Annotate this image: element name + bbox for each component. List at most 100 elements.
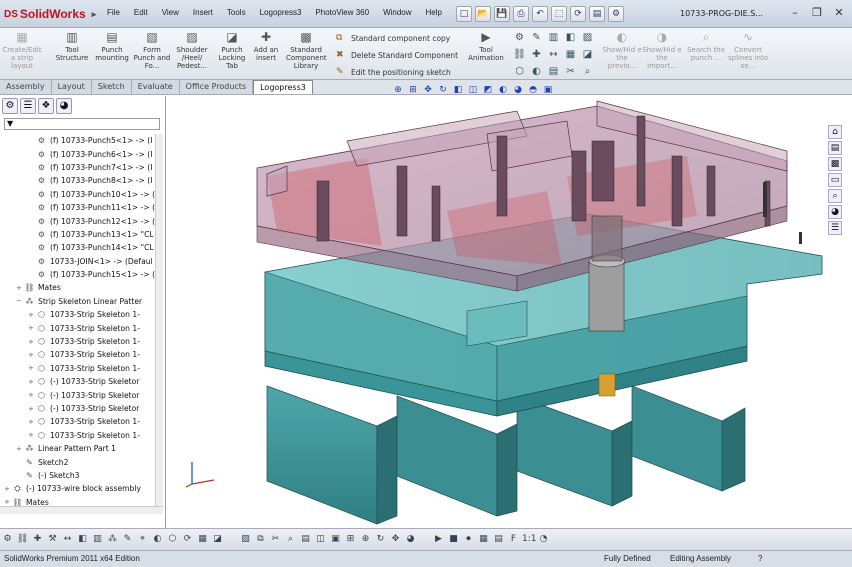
bottom-tool-icon[interactable]: ✂ xyxy=(269,533,282,546)
ribbon-button-tool-animation[interactable]: ▶ Tool Animation xyxy=(466,30,506,80)
bottom-tool-icon[interactable]: ⏺ xyxy=(462,533,475,546)
tree-filter-input[interactable]: ▼ xyxy=(4,118,160,130)
ribbon-button-punch-mounting[interactable]: ▤ Punch mounting xyxy=(92,30,132,80)
ribbon-list-item-delete[interactable]: ✖ Delete Standard Component xyxy=(336,47,458,64)
ribbon-small-tool-icon[interactable]: ▨ xyxy=(580,30,595,45)
file-properties-icon[interactable]: ▤ xyxy=(589,6,605,22)
ribbon-button-shoulder[interactable]: ▨ Shoulder /Heel/ Pedest... xyxy=(172,30,212,80)
bottom-tool-icon[interactable]: ▨ xyxy=(239,533,252,546)
close-button[interactable]: ✕ xyxy=(832,6,846,19)
tab-assembly[interactable]: Assembly xyxy=(0,80,52,94)
tree-item[interactable]: ⚙ (f) 10733-Punch13<1> "CL xyxy=(0,228,160,241)
bottom-tool-icon[interactable]: ◧ xyxy=(76,533,89,546)
custom-props-icon[interactable]: ☰ xyxy=(828,221,842,235)
bottom-tool-icon[interactable]: ◪ xyxy=(211,533,224,546)
tree-item[interactable]: + ⬡ 10733-Strip Skeleton 1- xyxy=(0,429,160,442)
menu-item-edit[interactable]: Edit xyxy=(127,8,155,17)
tree-expander[interactable]: + xyxy=(28,324,36,332)
ribbon-small-tool-icon[interactable]: ⌕ xyxy=(580,64,595,79)
rebuild-icon[interactable]: ⟳ xyxy=(570,6,586,22)
ribbon-small-tool-icon[interactable]: ▥ xyxy=(546,30,561,45)
bottom-tool-icon[interactable]: ↔ xyxy=(61,533,74,546)
bottom-tool-icon[interactable]: ▤ xyxy=(299,533,312,546)
bottom-tool-icon[interactable]: F xyxy=(507,533,520,546)
tree-expander[interactable]: + xyxy=(16,445,24,453)
tree-item[interactable]: + ⬡ 10733-Strip Skeleton 1- xyxy=(0,415,160,428)
appearances-icon[interactable]: ◕ xyxy=(828,205,842,219)
tree-expander[interactable]: + xyxy=(28,431,36,439)
tree-expander[interactable]: + xyxy=(28,418,36,426)
tree-expander[interactable]: + xyxy=(28,311,36,319)
property-tab-icon[interactable]: ☰ xyxy=(20,98,36,114)
undo-icon[interactable]: ↶ xyxy=(532,6,548,22)
tree-item[interactable]: + ⬡ 10733-Strip Skeleton 1- xyxy=(0,335,160,348)
ribbon-small-tool-icon[interactable]: ⚙ xyxy=(512,30,527,45)
ribbon-small-tool-icon[interactable]: ⛓ xyxy=(512,47,527,62)
display-style-icon[interactable]: ◩ xyxy=(482,84,494,96)
ribbon-button-insert[interactable]: ✚ Add an insert xyxy=(246,30,286,80)
solidworks-logo[interactable]: DS SolidWorks ▸ xyxy=(4,5,96,23)
tree-item[interactable]: + ⬡ 10733-Strip Skeleton 1- xyxy=(0,321,160,334)
library-icon[interactable]: ▩ xyxy=(828,157,842,171)
bottom-tool-icon[interactable]: ■ xyxy=(447,533,460,546)
section-view-icon[interactable]: ◧ xyxy=(452,84,464,96)
menu-item-file[interactable]: File xyxy=(100,8,127,17)
ribbon-button-show-hide-import[interactable]: ◑ Show/Hid e the import... xyxy=(642,30,682,80)
view-orientation-icon[interactable]: ◫ xyxy=(467,84,479,96)
ribbon-small-tool-icon[interactable]: ▤ xyxy=(546,64,561,79)
ribbon-button-library[interactable]: ▩ Standard Component Library xyxy=(286,30,327,80)
tab-evaluate[interactable]: Evaluate xyxy=(131,80,180,94)
ribbon-button-show-hide[interactable]: ◐ Show/Hid e the previo... xyxy=(602,30,642,80)
graphics-viewport[interactable] xyxy=(167,96,852,528)
tree-item[interactable]: ⚙ (f) 10733-Punch7<1> -> (I xyxy=(0,161,160,174)
ribbon-button-search-punch[interactable]: ⌕ Search the punch ... xyxy=(686,30,726,80)
tree-item[interactable]: ⚙ (f) 10733-Punch15<1> -> ( xyxy=(0,268,160,281)
ribbon-list-item-sketch[interactable]: ✎ Edit the positioning sketch xyxy=(336,64,458,81)
ribbon-button-form-punch[interactable]: ▧ Form Punch and Fo... xyxy=(132,30,172,80)
bottom-tool-icon[interactable]: ◔ xyxy=(537,533,550,546)
tree-expander[interactable]: + xyxy=(28,391,36,399)
tab-logopress3[interactable]: Logopress3 xyxy=(253,80,313,94)
rotate-icon[interactable]: ↻ xyxy=(437,84,449,96)
options-icon[interactable]: ⚙ xyxy=(608,6,624,22)
tab-layout[interactable]: Layout xyxy=(51,80,92,94)
tree-expander[interactable]: + xyxy=(4,485,12,493)
bottom-tool-icon[interactable]: ⧉ xyxy=(254,533,267,546)
pan-icon[interactable]: ✥ xyxy=(422,84,434,96)
ribbon-button-convert-splines[interactable]: ∿ Convert splines into se... xyxy=(728,30,768,80)
apply-scene-icon[interactable]: ◓ xyxy=(527,84,539,96)
bottom-tool-icon[interactable]: ◕ xyxy=(404,533,417,546)
tree-item[interactable]: ⚙ (f) 10733-Punch6<1> -> (I xyxy=(0,147,160,160)
ribbon-small-tool-icon[interactable]: ↔ xyxy=(546,47,561,62)
bottom-tool-icon[interactable]: ⚒ xyxy=(46,533,59,546)
tree-expander[interactable]: + xyxy=(28,338,36,346)
bottom-tool-icon[interactable]: ▦ xyxy=(196,533,209,546)
tree-expander[interactable]: + xyxy=(28,405,36,413)
edit-appearance-icon[interactable]: ◕ xyxy=(512,84,524,96)
ribbon-button-strip-layout[interactable]: ▦ Create/Edit a strip layout xyxy=(2,30,42,80)
tree-item[interactable]: ⚙ (f) 10733-Punch11<1> -> ( xyxy=(0,201,160,214)
tree-expander[interactable]: + xyxy=(28,364,36,372)
bottom-tool-icon[interactable]: ⌕ xyxy=(284,533,297,546)
menu-item-window[interactable]: Window xyxy=(376,8,418,17)
tree-item[interactable]: + ⬡ 10733-Strip Skeleton 1- xyxy=(0,348,160,361)
bottom-tool-icon[interactable]: ⚙ xyxy=(1,533,14,546)
view-settings-icon[interactable]: ▣ xyxy=(542,84,554,96)
menu-item-photoview-360[interactable]: PhotoView 360 xyxy=(308,8,376,17)
file-explorer-icon[interactable]: ▭ xyxy=(828,173,842,187)
tree-item[interactable]: + ⛭ (-) 10733-wire block assembly xyxy=(0,482,160,495)
select-icon[interactable]: ⬚ xyxy=(551,6,567,22)
bottom-tool-icon[interactable]: ▤ xyxy=(492,533,505,546)
bottom-tool-icon[interactable]: ✥ xyxy=(389,533,402,546)
ribbon-small-tool-icon[interactable]: ◐ xyxy=(529,64,544,79)
bottom-tool-icon[interactable]: ⬡ xyxy=(166,533,179,546)
appearance-tab-icon[interactable]: ◕ xyxy=(56,98,72,114)
bottom-tool-icon[interactable]: ✚ xyxy=(31,533,44,546)
bottom-tool-icon[interactable]: ⟳ xyxy=(181,533,194,546)
home-icon[interactable]: ⌂ xyxy=(828,125,842,139)
tree-item[interactable]: ⚙ (f) 10733-Punch8<1> -> (I xyxy=(0,174,160,187)
resources-icon[interactable]: ▤ xyxy=(828,141,842,155)
ribbon-small-tool-icon[interactable]: ⬡ xyxy=(512,64,527,79)
tree-item[interactable]: + ⛓ Mates xyxy=(0,281,160,294)
ribbon-small-tool-icon[interactable]: ✎ xyxy=(529,30,544,45)
